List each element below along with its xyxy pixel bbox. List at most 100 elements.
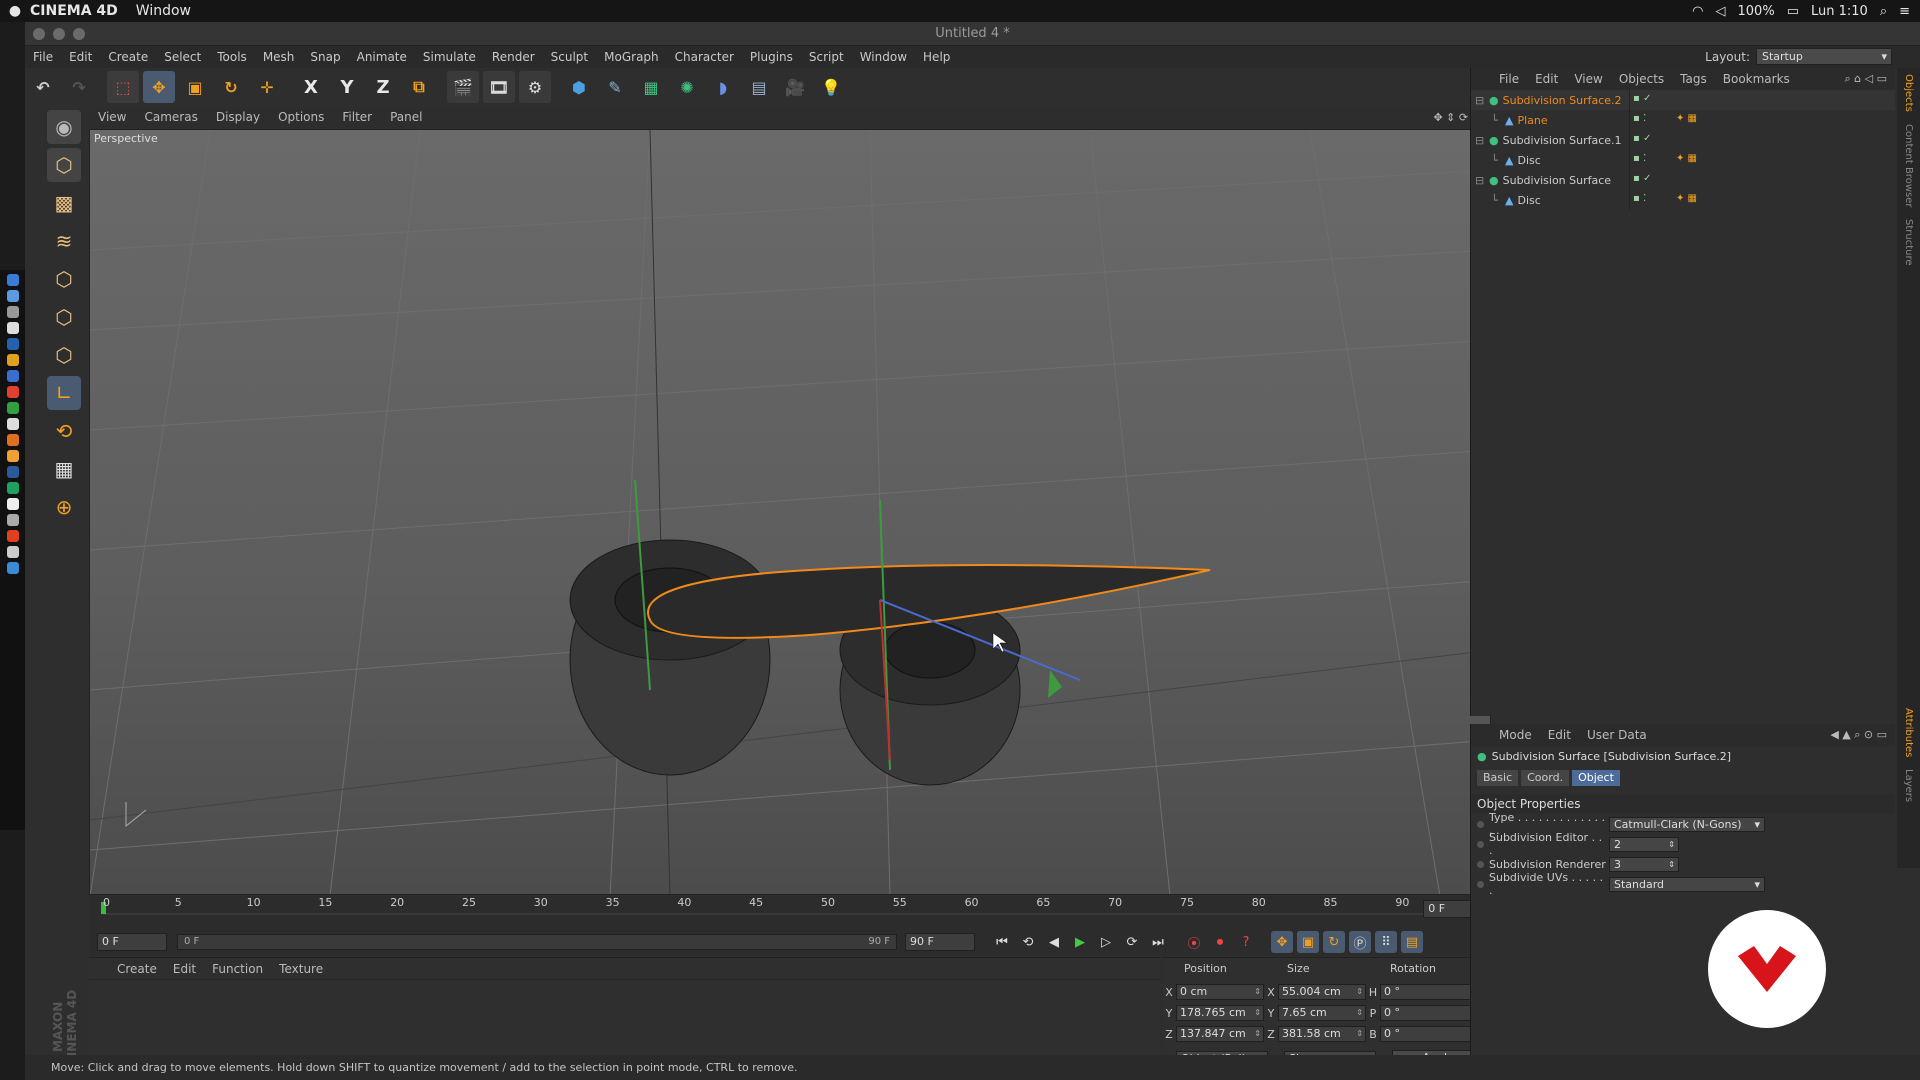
render-settings-icon[interactable]: ⚙	[519, 71, 551, 103]
workplane-lock-icon[interactable]: ⊕	[47, 490, 81, 524]
menu-animate[interactable]: Animate	[349, 50, 415, 64]
timeline-menu-icon[interactable]: ▤	[1401, 931, 1423, 953]
objects-menu-view[interactable]: View	[1566, 72, 1610, 86]
menu-edit[interactable]: Edit	[61, 50, 100, 64]
material-menu-edit[interactable]: Edit	[165, 962, 204, 976]
tab-coord[interactable]: Coord.	[1521, 770, 1570, 786]
model-mode-icon[interactable]: ⬡	[47, 148, 81, 182]
object-tags[interactable]: ✦ ▦	[1676, 193, 1716, 207]
dock-app-icon[interactable]	[7, 482, 19, 494]
redo-icon[interactable]: ↷	[63, 71, 95, 103]
object-row-subdivision-surface-1[interactable]: ⊟ ● Subdivision Surface.1 ▪ ✓	[1471, 130, 1895, 150]
next-keyframe-icon[interactable]: ⟳	[1121, 931, 1143, 953]
dock-app-icon[interactable]	[7, 418, 19, 430]
tab-structure-side[interactable]: Structure	[1897, 213, 1914, 272]
make-editable-icon[interactable]: ◉	[47, 110, 81, 144]
subdivision-editor-field[interactable]: 2	[1609, 836, 1679, 852]
texture-mode-icon[interactable]: ▩	[47, 186, 81, 220]
menu-create[interactable]: Create	[100, 50, 156, 64]
collapse-toggle-icon[interactable]: ⊟	[1475, 134, 1489, 147]
edges-mode-icon[interactable]: ⬡	[47, 300, 81, 334]
viewport-menu-display[interactable]: Display	[207, 110, 269, 124]
menu-plugins[interactable]: Plugins	[742, 50, 801, 64]
minimize-window-button[interactable]	[53, 28, 65, 40]
dock-app-icon[interactable]	[7, 322, 19, 334]
key-position-icon[interactable]: ✥	[1271, 931, 1293, 953]
move-tool-icon[interactable]: ✥	[143, 71, 175, 103]
volume-icon[interactable]: ◁	[1716, 4, 1726, 19]
objects-panel-tools-icons[interactable]: ⌕ ⌂ ◁ ▭	[1837, 72, 1896, 86]
dock-app-icon[interactable]	[7, 546, 19, 558]
size-x-field[interactable]: 55.004 cm	[1278, 984, 1366, 1000]
visibility-flags[interactable]: ▪ ✓	[1633, 93, 1673, 107]
tab-basic[interactable]: Basic	[1477, 770, 1519, 786]
rotation-b-field[interactable]: 0 °	[1380, 1026, 1478, 1042]
coordinate-system-icon[interactable]: ⧉	[403, 71, 435, 103]
spotlight-icon[interactable]: ⌕	[1880, 4, 1887, 19]
close-window-button[interactable]	[33, 28, 45, 40]
floor-scene-icon[interactable]: ▤	[743, 71, 775, 103]
viewport-menu-filter[interactable]: Filter	[333, 110, 381, 124]
objects-menu-objects[interactable]: Objects	[1611, 72, 1672, 86]
dock-app-icon[interactable]	[7, 354, 19, 366]
spline-pen-icon[interactable]: ✎	[599, 71, 631, 103]
dock-app-icon[interactable]	[7, 530, 19, 542]
material-menu-texture[interactable]: Texture	[271, 962, 331, 976]
tab-objects-side[interactable]: Objects	[1897, 68, 1914, 118]
rotation-p-field[interactable]: 0 °	[1380, 1005, 1478, 1021]
viewport-menu-panel[interactable]: Panel	[381, 110, 431, 124]
menu-simulate[interactable]: Simulate	[415, 50, 484, 64]
menu-character[interactable]: Character	[667, 50, 742, 64]
position-z-field[interactable]: 137.847 cm	[1176, 1026, 1264, 1042]
size-z-field[interactable]: 381.58 cm	[1278, 1026, 1366, 1042]
menu-render[interactable]: Render	[484, 50, 543, 64]
position-x-field[interactable]: 0 cm	[1176, 984, 1264, 1000]
go-to-end-icon[interactable]: ⏭	[1147, 931, 1169, 953]
position-y-field[interactable]: 178.765 cm	[1176, 1005, 1264, 1021]
notification-center-icon[interactable]: ≡	[1899, 4, 1910, 19]
wifi-icon[interactable]: ◠	[1692, 4, 1703, 19]
viewport-menu-options[interactable]: Options	[269, 110, 333, 124]
autokey-icon[interactable]: ⏺	[1209, 931, 1231, 953]
menu-window[interactable]: Window	[852, 50, 915, 64]
subdivision-renderer-field[interactable]: 3	[1609, 856, 1679, 872]
dock-app-icon[interactable]	[7, 386, 19, 398]
dock-app-icon[interactable]	[7, 274, 19, 286]
menu-mesh[interactable]: Mesh	[255, 50, 303, 64]
app-name-menu[interactable]: CINEMA 4D	[30, 3, 118, 19]
dock-app-icon[interactable]	[7, 306, 19, 318]
light-icon[interactable]: 💡	[815, 71, 847, 103]
key-parameter-icon[interactable]: Ⓟ	[1349, 931, 1371, 953]
dock-app-icon[interactable]	[7, 370, 19, 382]
tab-attributes-side[interactable]: Attributes	[1897, 702, 1914, 763]
live-selection-icon[interactable]: ⬚	[107, 71, 139, 103]
camera-icon[interactable]: 🎥	[779, 71, 811, 103]
attributes-nav-icons[interactable]: ◀ ▲ ⌕ ⊙ ▭	[1822, 728, 1895, 742]
attributes-menu-edit[interactable]: Edit	[1540, 728, 1579, 742]
menu-mograph[interactable]: MoGraph	[596, 50, 667, 64]
menu-tools[interactable]: Tools	[209, 50, 255, 64]
z-axis-lock-button[interactable]: Z	[367, 71, 399, 103]
keyframe-selection-icon[interactable]: ?	[1235, 931, 1257, 953]
subdivide-uvs-dropdown[interactable]: Standard	[1609, 876, 1765, 892]
tab-content-browser-side[interactable]: Content Browser	[1897, 118, 1914, 213]
object-name[interactable]: Subdivision Surface	[1503, 174, 1611, 187]
end-frame-field[interactable]: 90 F	[905, 933, 975, 951]
apple-icon[interactable]: ●	[0, 3, 30, 19]
cube-primitive-icon[interactable]: ⬢	[563, 71, 595, 103]
objects-menu-bookmarks[interactable]: Bookmarks	[1715, 72, 1798, 86]
visibility-flags[interactable]: ▪ ⁚	[1633, 193, 1673, 207]
dock-app-icon[interactable]	[7, 290, 19, 302]
undo-icon[interactable]: ↶	[27, 71, 59, 103]
menu-file[interactable]: File	[25, 50, 61, 64]
go-to-start-icon[interactable]: ⏮	[991, 931, 1013, 953]
timeline-ruler[interactable]: 0 5 10 15 20 25 30 35 40 45 50 55 60 65 …	[89, 896, 1492, 928]
play-icon[interactable]: ▶	[1069, 931, 1091, 953]
object-name[interactable]: Disc	[1517, 154, 1540, 167]
size-y-field[interactable]: 7.65 cm	[1278, 1005, 1366, 1021]
collapse-toggle-icon[interactable]: ⊟	[1475, 174, 1489, 187]
dock-app-icon[interactable]	[7, 498, 19, 510]
object-row-subdivision-surface-2[interactable]: ⊟ ● Subdivision Surface.2 ▪ ✓	[1471, 90, 1895, 110]
rotation-h-field[interactable]: 0 °	[1380, 984, 1478, 1000]
subdivision-surface-icon[interactable]: ▦	[635, 71, 667, 103]
